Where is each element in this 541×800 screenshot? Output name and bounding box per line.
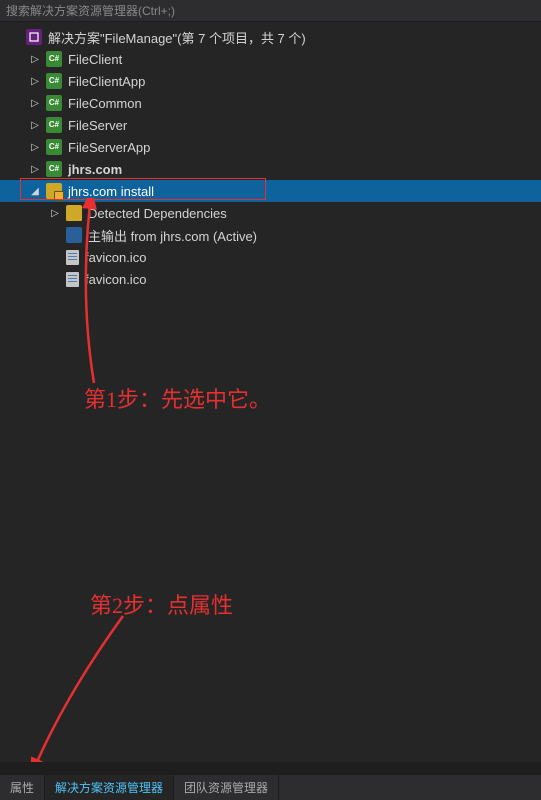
installer-favicon-1[interactable]: ▷ favicon.ico [0, 246, 541, 268]
project-label: jhrs.com [66, 162, 122, 177]
search-bar[interactable]: 搜索解决方案资源管理器(Ctrl+;) [0, 0, 541, 22]
csharp-project-icon: C# [46, 95, 62, 111]
solution-tree: ▷ 解决方案"FileManage"(第 7 个项目，共 7 个) ▷ C# F… [0, 22, 541, 290]
project-jhrs-install[interactable]: ◢ jhrs.com install [0, 180, 541, 202]
project-jhrscom[interactable]: ▷ C# jhrs.com [0, 158, 541, 180]
chevron-right-icon[interactable]: ▷ [48, 206, 62, 220]
bottom-spacer [0, 762, 541, 774]
chevron-right-icon[interactable]: ▷ [28, 96, 42, 110]
annotation-step1: 第1步：先选中它。 [84, 382, 271, 414]
project-fileclient[interactable]: ▷ C# FileClient [0, 48, 541, 70]
item-label: Detected Dependencies [86, 206, 227, 221]
csharp-project-icon: C# [46, 73, 62, 89]
file-icon [66, 250, 79, 265]
tab-label: 团队资源管理器 [184, 779, 268, 796]
csharp-project-icon: C# [46, 51, 62, 67]
file-icon [66, 272, 79, 287]
tab-solution-explorer[interactable]: 解决方案资源管理器 [45, 775, 174, 800]
project-label: FileServerApp [66, 140, 150, 155]
chevron-down-icon[interactable]: ◢ [28, 184, 42, 198]
folder-icon [66, 205, 82, 221]
tab-label: 解决方案资源管理器 [55, 779, 163, 796]
tab-properties[interactable]: 属性 [0, 775, 45, 800]
project-fileclientapp[interactable]: ▷ C# FileClientApp [0, 70, 541, 92]
csharp-project-icon: C# [46, 139, 62, 155]
project-fileserverapp[interactable]: ▷ C# FileServerApp [0, 136, 541, 158]
installer-output[interactable]: ▷ 主输出 from jhrs.com (Active) [0, 224, 541, 246]
item-label: favicon.ico [83, 250, 146, 265]
chevron-right-icon[interactable]: ▷ [28, 52, 42, 66]
project-label: FileClientApp [66, 74, 145, 89]
project-label: jhrs.com install [66, 184, 154, 199]
search-placeholder: 搜索解决方案资源管理器(Ctrl+;) [6, 4, 175, 18]
installer-dependencies[interactable]: ▷ Detected Dependencies [0, 202, 541, 224]
csharp-project-icon: C# [46, 117, 62, 133]
csharp-project-icon: C# [46, 161, 62, 177]
output-icon [66, 227, 82, 243]
item-label: 主输出 from jhrs.com (Active) [86, 226, 257, 245]
item-label: favicon.ico [83, 272, 146, 287]
chevron-right-icon[interactable]: ▷ [28, 140, 42, 154]
chevron-right-icon[interactable]: ▷ [28, 118, 42, 132]
tab-team-explorer[interactable]: 团队资源管理器 [174, 775, 279, 800]
annotation-step2: 第2步：点属性 [90, 588, 233, 620]
project-fileserver[interactable]: ▷ C# FileServer [0, 114, 541, 136]
solution-icon [26, 29, 42, 45]
tab-label: 属性 [10, 779, 34, 796]
bottom-tabs: 属性 解决方案资源管理器 团队资源管理器 [0, 774, 541, 800]
solution-root[interactable]: ▷ 解决方案"FileManage"(第 7 个项目，共 7 个) [0, 26, 541, 48]
annotation-arrow-2 [28, 612, 148, 772]
installer-favicon-2[interactable]: ▷ favicon.ico [0, 268, 541, 290]
project-label: FileCommon [66, 96, 142, 111]
chevron-right-icon[interactable]: ▷ [28, 74, 42, 88]
installer-project-icon [46, 183, 62, 199]
project-label: FileClient [66, 52, 122, 67]
project-label: FileServer [66, 118, 127, 133]
chevron-right-icon[interactable]: ▷ [28, 162, 42, 176]
project-filecommon[interactable]: ▷ C# FileCommon [0, 92, 541, 114]
solution-label: 解决方案"FileManage"(第 7 个项目，共 7 个) [46, 28, 306, 47]
